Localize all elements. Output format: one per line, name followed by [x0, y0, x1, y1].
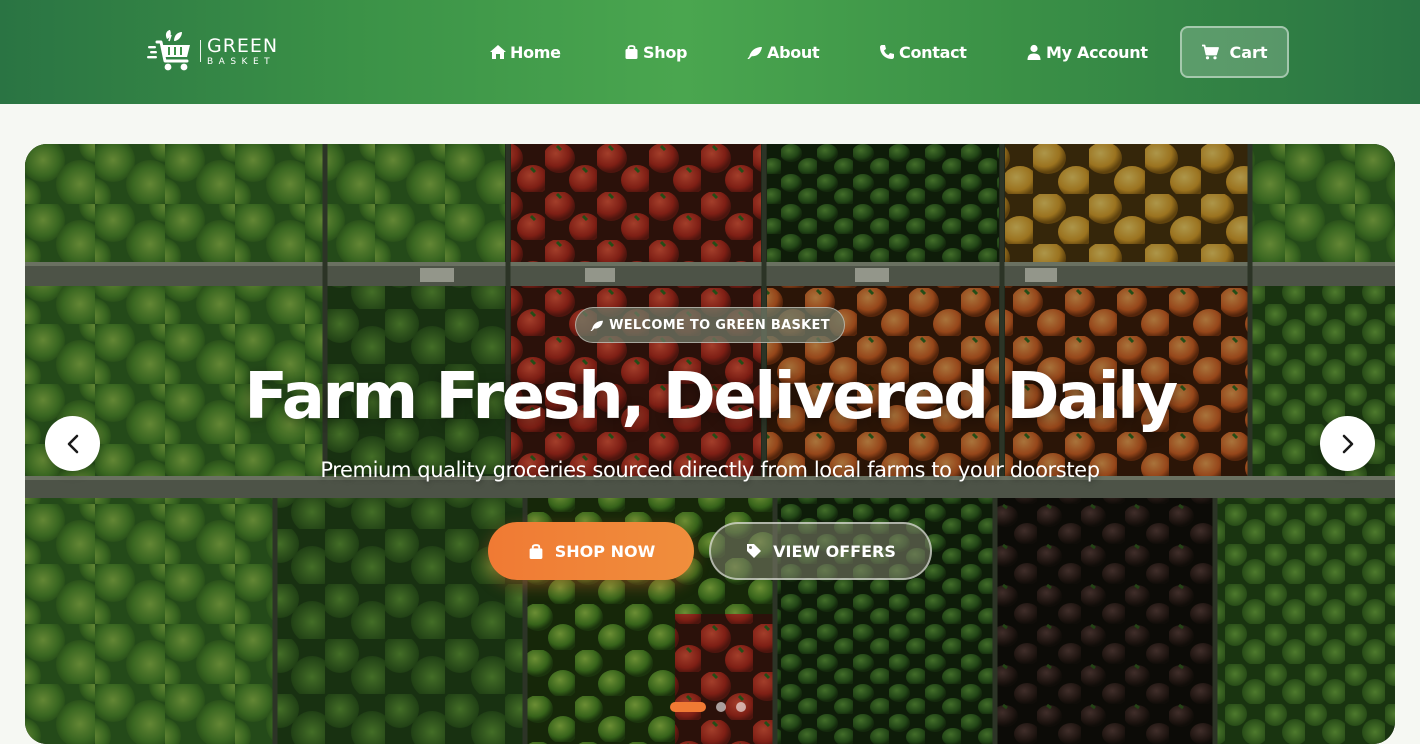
slider-prev-button[interactable]	[45, 416, 100, 471]
shopping-bag-icon	[527, 542, 545, 560]
cart-icon	[1201, 43, 1220, 61]
view-offers-button[interactable]: VIEW OFFERS	[709, 522, 932, 580]
brand-logo[interactable]: GREEN BASKET	[147, 28, 278, 74]
shopping-bag-icon	[622, 43, 640, 61]
basket-logo-icon	[147, 30, 190, 71]
brand-wordmark: GREEN BASKET	[207, 36, 278, 67]
shop-now-button[interactable]: SHOP NOW	[488, 522, 694, 580]
nav-item-home[interactable]: Home	[489, 38, 561, 66]
site-header: GREEN BASKET Home Shop About Contact My …	[0, 0, 1420, 104]
brand-name-top: GREEN	[207, 34, 279, 57]
hero-overlay	[25, 144, 1395, 744]
hero-subtitle: Premium quality groceries sourced direct…	[320, 458, 1100, 482]
user-icon	[1025, 43, 1043, 61]
nav-item-shop[interactable]: Shop	[622, 38, 687, 66]
nav-label: About	[767, 42, 820, 62]
cart-label: Cart	[1229, 42, 1268, 62]
leaf-icon	[590, 318, 604, 332]
nav-item-contact[interactable]: Contact	[878, 38, 967, 66]
badge-text: WELCOME TO GREEN BASKET	[609, 317, 830, 333]
nav-item-about[interactable]: About	[746, 38, 820, 66]
nav-label: Home	[510, 42, 561, 62]
home-icon	[489, 43, 507, 61]
logo-divider	[200, 40, 201, 62]
chevron-left-icon	[67, 434, 78, 453]
shop-now-label: SHOP NOW	[554, 541, 656, 561]
nav-label: Shop	[643, 42, 688, 62]
brand-name-bottom: BASKET	[207, 56, 276, 67]
view-offers-label: VIEW OFFERS	[773, 541, 896, 561]
chevron-right-icon	[1342, 434, 1353, 453]
nav-item-my-account[interactable]: My Account	[1025, 38, 1148, 66]
hero-title: Farm Fresh, Delivered Daily	[244, 360, 1178, 434]
hero-slider: WELCOME TO GREEN BASKET Farm Fresh, Deli…	[25, 144, 1395, 744]
welcome-badge: WELCOME TO GREEN BASKET	[575, 307, 845, 343]
phone-icon	[878, 43, 896, 61]
cart-button[interactable]: Cart	[1180, 26, 1289, 78]
tag-icon	[745, 542, 763, 560]
nav-label: Contact	[899, 42, 967, 62]
nav-label: My Account	[1046, 42, 1148, 62]
slider-next-button[interactable]	[1320, 416, 1375, 471]
leaf-icon	[746, 43, 764, 61]
